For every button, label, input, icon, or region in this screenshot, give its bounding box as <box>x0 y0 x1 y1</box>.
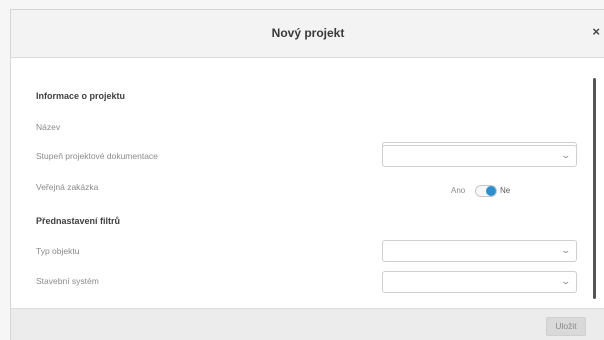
toggle-knob <box>486 186 496 196</box>
toggle-no-label: Ne <box>500 186 511 195</box>
dialog-body: Informace o projektu Název Stupeň projek… <box>11 58 604 308</box>
doc-level-select[interactable]: ⌄ <box>382 145 577 167</box>
chevron-down-icon: ⌄ <box>560 276 572 286</box>
chevron-down-icon: ⌄ <box>560 245 572 255</box>
toggle-yes-label: Ano <box>451 186 466 195</box>
new-project-dialog: Nový projekt × Informace o projektu Náze… <box>10 9 604 340</box>
save-button[interactable]: Uložit <box>546 317 586 336</box>
dialog-header: Nový projekt × <box>11 10 604 58</box>
object-type-label: Typ objektu <box>36 246 80 256</box>
object-type-select[interactable]: ⌄ <box>382 240 577 262</box>
section-project-info: Informace o projektu <box>36 91 126 101</box>
dialog-title: Nový projekt <box>271 26 345 40</box>
public-tender-label: Veřejná zakázka <box>36 182 99 192</box>
chevron-down-icon: ⌄ <box>560 150 572 160</box>
public-tender-toggle[interactable] <box>475 185 497 197</box>
close-icon[interactable]: × <box>592 25 600 39</box>
section-filter-presets: Přednastavení filtrů <box>36 216 121 226</box>
dialog-footer: Uložit <box>11 308 604 340</box>
doc-level-label: Stupeň projektové dokumentace <box>36 151 158 161</box>
building-system-select[interactable]: ⌄ <box>382 271 577 293</box>
scrollbar[interactable] <box>593 78 596 299</box>
name-label: Název <box>36 122 61 132</box>
building-system-label: Stavební systém <box>36 276 99 286</box>
